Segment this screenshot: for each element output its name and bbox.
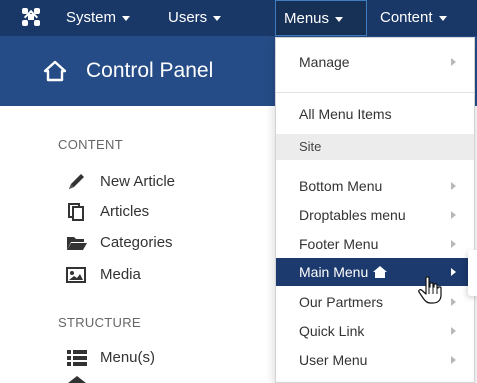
caret-down-icon [438, 15, 447, 21]
copy-icon [68, 203, 84, 222]
submenu-edge [468, 250, 477, 296]
chevron-right-icon [451, 240, 456, 248]
caret-down-icon [335, 16, 344, 22]
top-navbar: System Users Menus Content [0, 0, 477, 36]
dropdown-divider [276, 92, 474, 93]
dropdown-item-quick-link[interactable]: Quick Link [276, 317, 474, 345]
home-icon [43, 60, 67, 82]
chevron-right-icon [451, 268, 456, 276]
hand-cursor-icon [418, 276, 442, 304]
chevron-right-icon [451, 356, 456, 364]
nav-system[interactable]: System [66, 0, 131, 36]
dropdown-item-bottom-menu[interactable]: Bottom Menu [276, 172, 474, 200]
dropdown-item-user-menu[interactable]: User Menu [276, 346, 474, 374]
chevron-right-icon [451, 211, 456, 219]
list-icon [67, 350, 87, 367]
caret-down-icon [122, 15, 131, 21]
chevron-right-icon [451, 327, 456, 335]
nav-menus[interactable]: Menus [275, 0, 367, 36]
pencil-icon [69, 174, 84, 190]
dropdown-item-our-partmers[interactable]: Our Partmers [276, 288, 474, 316]
home-icon [373, 266, 388, 278]
chevron-right-icon [451, 182, 456, 190]
chevron-right-icon [451, 298, 456, 306]
nav-content[interactable]: Content [380, 0, 447, 36]
sidebar-item-menus[interactable]: Menu(s) [66, 347, 155, 369]
sidebar-item-categories[interactable]: Categories [66, 232, 173, 254]
sidebar-item-articles[interactable]: Articles [66, 201, 149, 223]
page-title: Control Panel [86, 59, 214, 82]
image-icon [66, 267, 86, 284]
nav-users[interactable]: Users [168, 0, 222, 36]
section-label-content: CONTENT [58, 137, 123, 152]
sidebar-item-media[interactable]: Media [66, 264, 141, 286]
chevron-right-icon [451, 58, 456, 66]
dropdown-item-footer-menu[interactable]: Footer Menu [276, 230, 474, 258]
joomla-logo-icon[interactable] [20, 6, 42, 28]
menus-dropdown: Manage All Menu Items Site Bottom Menu D… [275, 37, 475, 383]
dropdown-item-droptables-menu[interactable]: Droptables menu [276, 201, 474, 229]
dropdown-section-site: Site [276, 134, 474, 160]
sidebar-item-new-article[interactable]: New Article [66, 171, 175, 193]
section-label-structure: STRUCTURE [58, 315, 141, 330]
folder-icon [67, 237, 87, 251]
caret-down-icon [213, 15, 222, 21]
dropdown-item-main-menu[interactable]: Main Menu [276, 258, 474, 286]
dropdown-item-all-menu-items[interactable]: All Menu Items [276, 100, 474, 128]
partial-icon [68, 376, 86, 383]
dropdown-item-manage[interactable]: Manage [276, 48, 474, 76]
